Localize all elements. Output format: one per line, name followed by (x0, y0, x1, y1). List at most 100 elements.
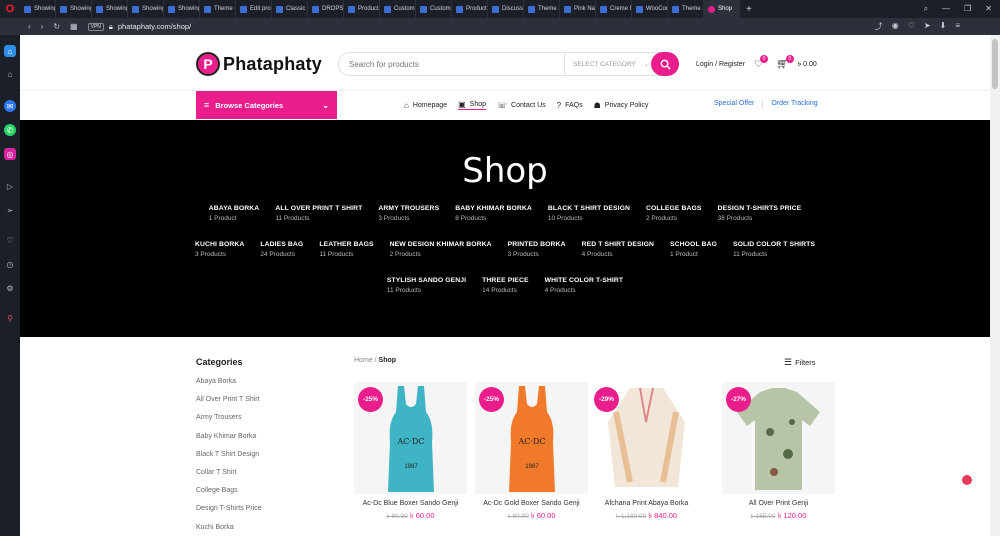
product-image[interactable]: -29% (590, 382, 703, 494)
menu-item-homepage[interactable]: ⌂ Homepage (404, 100, 447, 110)
product-card[interactable]: AC·DC 1987 -25% Ac-Dc Gold Boxer Sando Genj… (475, 382, 588, 523)
hero-category-link[interactable]: SCHOOL BAG 1 Product (670, 241, 717, 258)
browser-tab[interactable]: Edit pro (236, 0, 272, 18)
category-link[interactable]: College Bags (196, 487, 262, 505)
hero-category-link[interactable]: ARMY TROUSERS 3 Products (378, 205, 439, 222)
share-icon[interactable]: ⤴ (875, 21, 883, 32)
forward-icon[interactable]: › (41, 22, 44, 31)
hero-category-link[interactable]: LEATHER BAGS 11 Products (319, 241, 373, 258)
category-link[interactable]: Design T-Shirts Price (196, 505, 262, 523)
history-icon[interactable]: ◷ (4, 258, 16, 270)
special-offer-link[interactable]: Special Offer (714, 100, 754, 109)
order-tracking-link[interactable]: Order Tracking (771, 100, 817, 109)
camera-icon[interactable]: ◉ (892, 21, 899, 32)
browser-tab[interactable]: Theme S (524, 0, 560, 18)
category-link[interactable]: Baby Khimar Borka (196, 433, 262, 451)
browser-tab[interactable]: Classic w (272, 0, 308, 18)
hero-category-link[interactable]: WHITE COLOR T-SHIRT 4 Products (545, 277, 624, 294)
wishlist-button[interactable]: ♡ 0 (754, 54, 768, 70)
browse-categories-button[interactable]: ≡ Browse Categories ⌄ (196, 91, 337, 119)
category-link[interactable]: Abaya Borka (196, 378, 262, 396)
site-logo[interactable]: P Phataphaty (196, 52, 322, 76)
hero-category-link[interactable]: STYLISH SANDO GENJI 11 Products (387, 277, 466, 294)
send-sidebar-icon[interactable]: ➢ (4, 204, 16, 216)
browser-tab[interactable]: Showing (92, 0, 128, 18)
heart-sidebar-icon[interactable]: ♡ (4, 234, 16, 246)
vpn-badge-icon[interactable]: VPN (87, 22, 104, 31)
browser-tab[interactable]: Theme S (200, 0, 236, 18)
opera-logo-icon[interactable]: O (0, 0, 20, 18)
product-card[interactable]: -29% Afchana Print Abaya Borka ৳ 1,180.00 … (590, 382, 703, 523)
category-link[interactable]: Collar T Shirt (196, 469, 262, 487)
whatsapp-icon[interactable]: ✆ (4, 124, 16, 136)
category-link[interactable]: Kuchi Borka (196, 524, 262, 536)
product-card[interactable]: -27% All Over Print Genji ৳ 165.00 ৳ 120.0… (722, 382, 835, 523)
browser-tab[interactable]: Pink Nail (560, 0, 596, 18)
browser-tab[interactable]: DROPS 8 (308, 0, 344, 18)
product-name[interactable]: Afchana Print Abaya Borka (590, 499, 703, 509)
browser-tab[interactable]: Customi (416, 0, 452, 18)
new-tab-button[interactable]: + (740, 4, 758, 15)
workspace-icon[interactable]: ⌂ (4, 45, 16, 57)
close-window-icon[interactable]: ✕ (985, 4, 992, 14)
scrollbar-thumb[interactable] (992, 39, 998, 89)
messenger-icon[interactable]: ✉ (4, 100, 16, 112)
heart-toolbar-icon[interactable]: ♡ (908, 21, 915, 32)
product-image[interactable]: -27% (722, 382, 835, 494)
location-icon[interactable]: ⚲ (4, 312, 16, 324)
settings-icon[interactable]: ⚙ (4, 282, 16, 294)
menu-item-faqs[interactable]: ? FAQs (557, 100, 583, 110)
browser-tab[interactable]: WooCom (632, 0, 668, 18)
back-icon[interactable]: ‹ (28, 22, 31, 31)
instagram-icon[interactable]: ◎ (4, 148, 16, 160)
download-icon[interactable]: ⬇ (940, 21, 947, 32)
product-name[interactable]: All Over Print Genji (722, 499, 835, 509)
category-link[interactable]: All Over Print T Shirt (196, 396, 262, 414)
breadcrumb-home[interactable]: Home (354, 357, 373, 364)
browser-tab[interactable]: Customi (380, 0, 416, 18)
hero-category-link[interactable]: ALL OVER PRINT T SHIRT 11 Products (275, 205, 362, 222)
hero-category-link[interactable]: DESIGN T-SHIRTS PRICE 38 Products (718, 205, 802, 222)
hero-category-link[interactable]: PRINTED BORKA 3 Products (508, 241, 566, 258)
search-tabs-icon[interactable]: ⌕ (924, 4, 928, 14)
cart-total[interactable]: ৳ 0.00 (798, 58, 817, 70)
product-image[interactable]: AC·DC 1987 -25% (475, 382, 588, 494)
browser-tab[interactable]: Theme S (668, 0, 704, 18)
product-name[interactable]: Ac-Dc Blue Boxer Sando Genji (354, 499, 467, 509)
restore-icon[interactable]: ❐ (964, 4, 971, 14)
hero-category-link[interactable]: KUCHI BORKA 3 Products (195, 241, 244, 258)
hero-category-link[interactable]: NEW DESIGN KHIMAR BORKA 2 Products (390, 241, 492, 258)
hero-category-link[interactable]: ABAYA BORKA 1 Product (209, 205, 260, 222)
url-field[interactable]: VPN 🔒︎ phataphaty.com/shop/ (87, 22, 191, 32)
category-link[interactable]: Black T Shirt Design (196, 451, 262, 469)
hero-category-link[interactable]: THREE PIECE 14 Products (482, 277, 528, 294)
scrollbar[interactable] (990, 35, 1000, 536)
cart-button[interactable]: 🛒︎ 0 (776, 54, 794, 70)
browser-tab[interactable]: Showing (128, 0, 164, 18)
search-input[interactable] (339, 59, 564, 69)
browser-tab[interactable]: Creme N (596, 0, 632, 18)
hero-category-link[interactable]: RED T SHIRT DESIGN 4 Products (582, 241, 654, 258)
hero-category-link[interactable]: COLLEGE BAGS 2 Products (646, 205, 702, 222)
browser-tab[interactable]: Showing (20, 0, 56, 18)
minimize-icon[interactable]: — (942, 4, 950, 14)
product-card[interactable]: AC·DC 1987 -25% Ac-Dc Blue Boxer Sando Genj… (354, 382, 467, 523)
hero-category-link[interactable]: BLACK T SHIRT DESIGN 10 Products (548, 205, 630, 222)
hero-category-link[interactable]: SOLID COLOR T SHIRTS 11 Products (733, 241, 815, 258)
browser-tab[interactable]: Discussio (488, 0, 524, 18)
menu-icon[interactable]: ≡ (955, 21, 960, 32)
browser-tab[interactable]: Showing (56, 0, 92, 18)
login-register-link[interactable]: Login / Register (696, 61, 745, 68)
browser-tab[interactable]: Showing (164, 0, 200, 18)
home-sidebar-icon[interactable]: ⌂ (4, 68, 16, 80)
player-icon[interactable]: ▷ (4, 180, 16, 192)
category-link[interactable]: Army Trousers (196, 414, 262, 432)
browser-tab[interactable]: Shop (704, 0, 740, 18)
browser-tab[interactable]: Product (452, 0, 488, 18)
category-select[interactable]: SELECT CATEGORY ⌄ (564, 53, 654, 75)
browser-tab[interactable]: Products (344, 0, 380, 18)
product-image[interactable]: AC·DC 1987 -25% (354, 382, 467, 494)
filters-button[interactable]: ☰ Filters (784, 357, 816, 368)
send-icon[interactable]: ➤ (924, 21, 931, 32)
menu-item-contact-us[interactable]: ☏ Contact Us (497, 100, 546, 110)
